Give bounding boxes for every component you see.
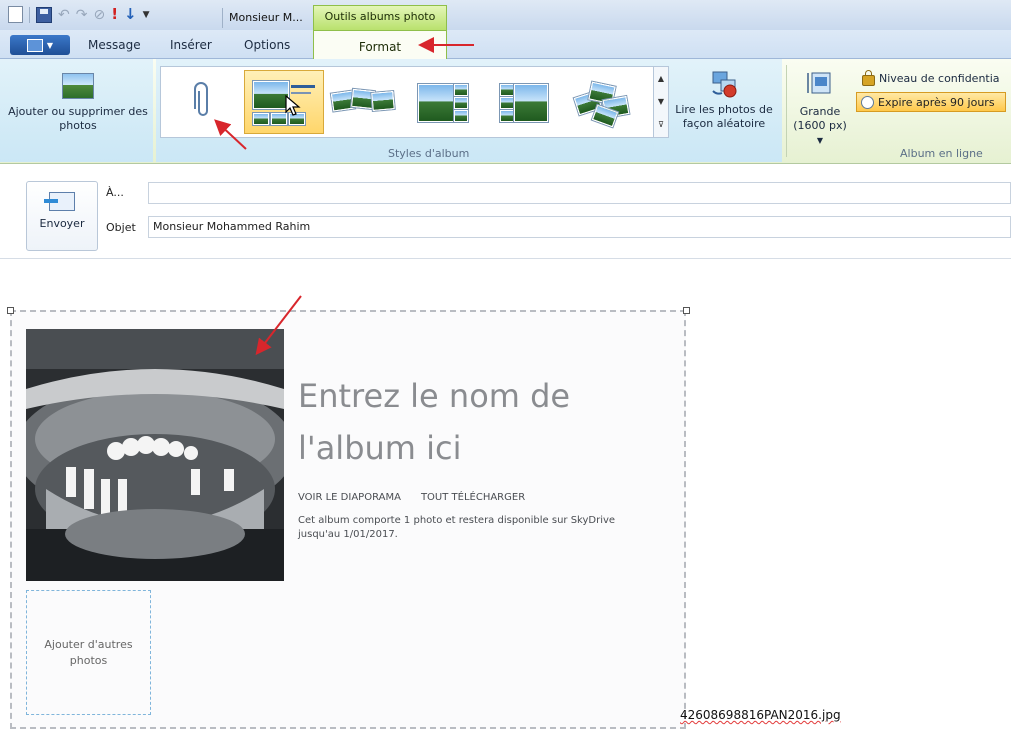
style-grid[interactable]: [484, 70, 562, 132]
photo-size-icon: [807, 72, 831, 94]
style-mosaic[interactable]: [404, 70, 482, 132]
file-menu-button[interactable]: ▼: [10, 35, 70, 55]
shuffle-photos-button[interactable]: Lire les photos de façon aléatoire: [670, 69, 778, 131]
add-remove-photos-label: Ajouter ou supprimer des photos: [8, 105, 148, 132]
tab-options[interactable]: Options: [244, 38, 290, 52]
title-bar: ↶ ↷ ⊘ ! ↓ ▼ Monsieur M... Outils albums …: [0, 0, 1011, 31]
resize-handle[interactable]: [7, 307, 14, 314]
tab-inserer[interactable]: Insérer: [170, 38, 212, 52]
photo-thumb: [500, 84, 514, 96]
gallery-expand-icon[interactable]: ⊽: [654, 113, 668, 136]
photo-size-dropdown[interactable]: Grande (1600 px) ▼: [790, 69, 850, 148]
photo-thumb: [454, 84, 468, 96]
cursor-icon: [285, 95, 301, 116]
contextual-tab-group-label: Outils albums photo: [313, 5, 447, 31]
album-links: VOIR LE DIAPORAMA TOUT TÉLÉCHARGER: [298, 492, 525, 503]
photo-thumb: [371, 91, 395, 111]
photo-thumb: [454, 110, 468, 122]
style-collage[interactable]: [564, 70, 642, 132]
photo-icon: [62, 73, 94, 99]
album-info-text: Cet album comporte 1 photo et restera di…: [298, 515, 616, 540]
privacy-level-label: Niveau de confidentia: [879, 72, 1000, 85]
to-button[interactable]: À...: [106, 186, 124, 199]
expire-button[interactable]: Expire après 90 jours: [856, 92, 1006, 112]
to-field[interactable]: [148, 182, 1011, 204]
low-priority-icon[interactable]: ↓: [124, 7, 137, 22]
download-all-link[interactable]: TOUT TÉLÉCHARGER: [421, 492, 525, 503]
large-photo-thumb: [253, 81, 289, 109]
gallery-scroll-up-icon[interactable]: ▲: [654, 67, 668, 90]
ribbon-tab-row: ▼ Message Insérer Options: [0, 30, 1011, 59]
clock-icon: [861, 95, 874, 109]
high-priority-icon[interactable]: !: [111, 7, 118, 22]
photo-thumb: [500, 110, 514, 122]
privacy-level-button[interactable]: Niveau de confidentia: [862, 70, 1000, 86]
menu-icon: [26, 38, 43, 52]
style-single-with-thumbnails[interactable]: [244, 70, 324, 134]
photo-thumb: [418, 84, 454, 122]
photo-size-value: (1600 px): [793, 119, 847, 132]
album-styles-group-label: Styles d'album: [388, 147, 470, 160]
redo-icon[interactable]: ↷: [76, 8, 88, 22]
add-more-photos-button[interactable]: Ajouter d'autres photos: [26, 590, 151, 715]
photo-thumb: [454, 97, 468, 109]
expire-label: Expire après 90 jours: [878, 95, 995, 109]
shuffle-photos-icon: [712, 71, 737, 98]
ribbon-group-divider: [786, 65, 787, 157]
shuffle-photos-label: Lire les photos de façon aléatoire: [675, 103, 773, 130]
album-photo[interactable]: [26, 329, 284, 581]
subject-label: Objet: [106, 221, 136, 234]
chevron-down-icon: ▼: [46, 40, 54, 50]
style-attachment[interactable]: [164, 70, 242, 132]
tab-message[interactable]: Message: [88, 38, 141, 52]
album-title-placeholder[interactable]: Entrez le nom de l'album ici: [298, 370, 638, 474]
toolbar-divider: [29, 6, 30, 23]
send-label: Envoyer: [39, 217, 85, 230]
chevron-down-icon: ▼: [816, 136, 824, 145]
add-remove-photos-button[interactable]: Ajouter ou supprimer des photos: [8, 73, 148, 133]
save-icon[interactable]: [36, 6, 52, 23]
header-divider: [0, 258, 1011, 259]
small-photo-thumb: [253, 113, 269, 125]
photo-thumb: [500, 97, 514, 109]
gallery-scroll-down-icon[interactable]: ▼: [654, 90, 668, 113]
send-button[interactable]: Envoyer: [26, 181, 98, 251]
window-title: Monsieur M...: [222, 8, 317, 28]
add-more-photos-label: Ajouter d'autres photos: [44, 637, 133, 667]
album-style-gallery: ▲ ▼ ⊽: [160, 66, 669, 138]
document-icon[interactable]: [8, 6, 23, 23]
customize-dropdown-icon[interactable]: ▼: [143, 10, 150, 20]
style-photo-strip[interactable]: [324, 70, 402, 132]
paperclip-icon: [194, 82, 208, 116]
attachment-filename: 42608698816PAN2016.jpg: [680, 708, 841, 722]
gallery-scrollbar[interactable]: ▲ ▼ ⊽: [653, 67, 668, 137]
send-icon: [44, 192, 75, 211]
photo-size-label: Grande: [799, 105, 841, 118]
slideshow-link[interactable]: VOIR LE DIAPORAMA: [298, 492, 401, 503]
resize-handle[interactable]: [683, 307, 690, 314]
text-line-icon: [291, 85, 315, 88]
online-album-group-label: Album en ligne: [900, 147, 983, 160]
quick-access-toolbar: ↶ ↷ ⊘ ! ↓ ▼: [8, 6, 150, 23]
tab-format[interactable]: Format: [313, 30, 447, 60]
dental-xray-image: [26, 329, 284, 581]
attach-icon[interactable]: ⊘: [93, 8, 105, 22]
undo-icon[interactable]: ↶: [58, 8, 70, 22]
photo-thumb: [514, 84, 548, 122]
lock-icon: [862, 70, 875, 86]
text-line-icon: [291, 92, 311, 94]
subject-field[interactable]: Monsieur Mohammed Rahim: [148, 216, 1011, 238]
